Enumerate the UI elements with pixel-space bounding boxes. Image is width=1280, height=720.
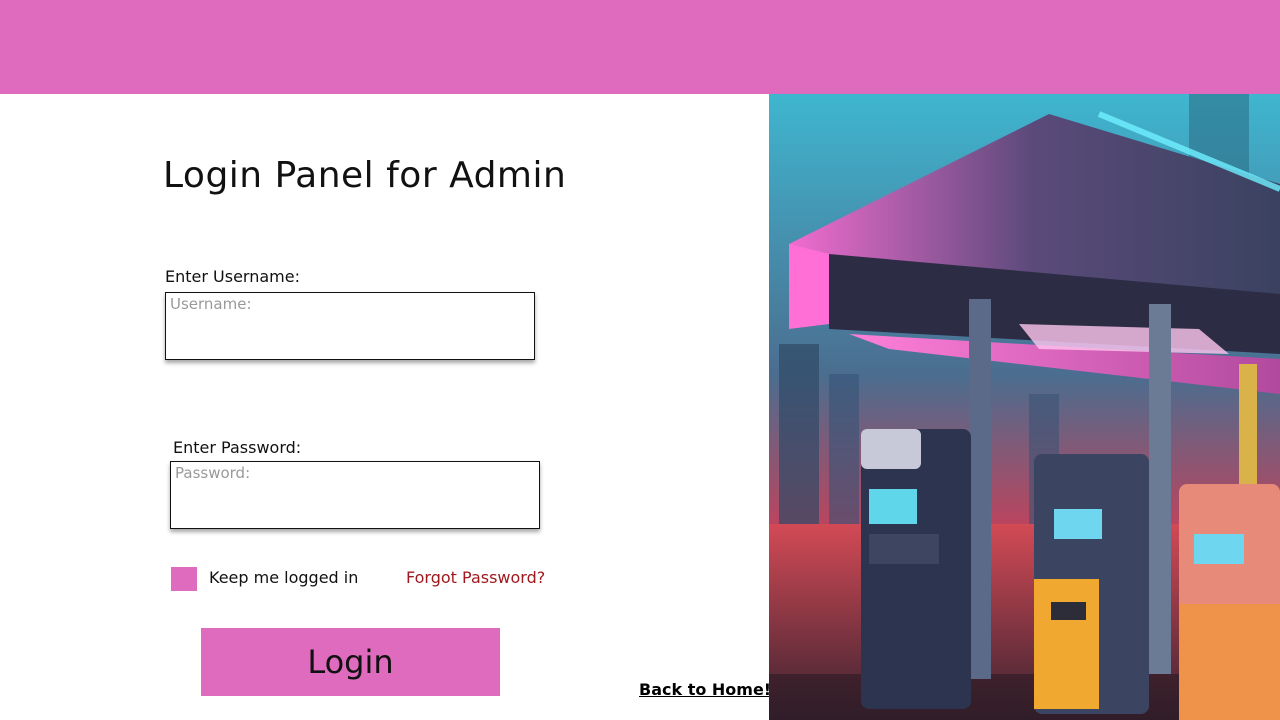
login-button[interactable]: Login [201,628,500,696]
username-input[interactable] [165,292,535,360]
keep-logged-in-label: Keep me logged in [209,568,359,587]
back-to-home-link[interactable]: Back to Home! [639,680,771,699]
password-input[interactable] [170,461,540,529]
neon-gas-station-image [769,94,1280,720]
top-header-bar [0,0,1280,94]
page-title: Login Panel for Admin [163,155,567,196]
username-label: Enter Username: [165,267,300,286]
password-label: Enter Password: [173,438,302,457]
forgot-password-link[interactable]: Forgot Password? [406,568,545,587]
keep-logged-in-checkbox[interactable] [171,567,197,591]
